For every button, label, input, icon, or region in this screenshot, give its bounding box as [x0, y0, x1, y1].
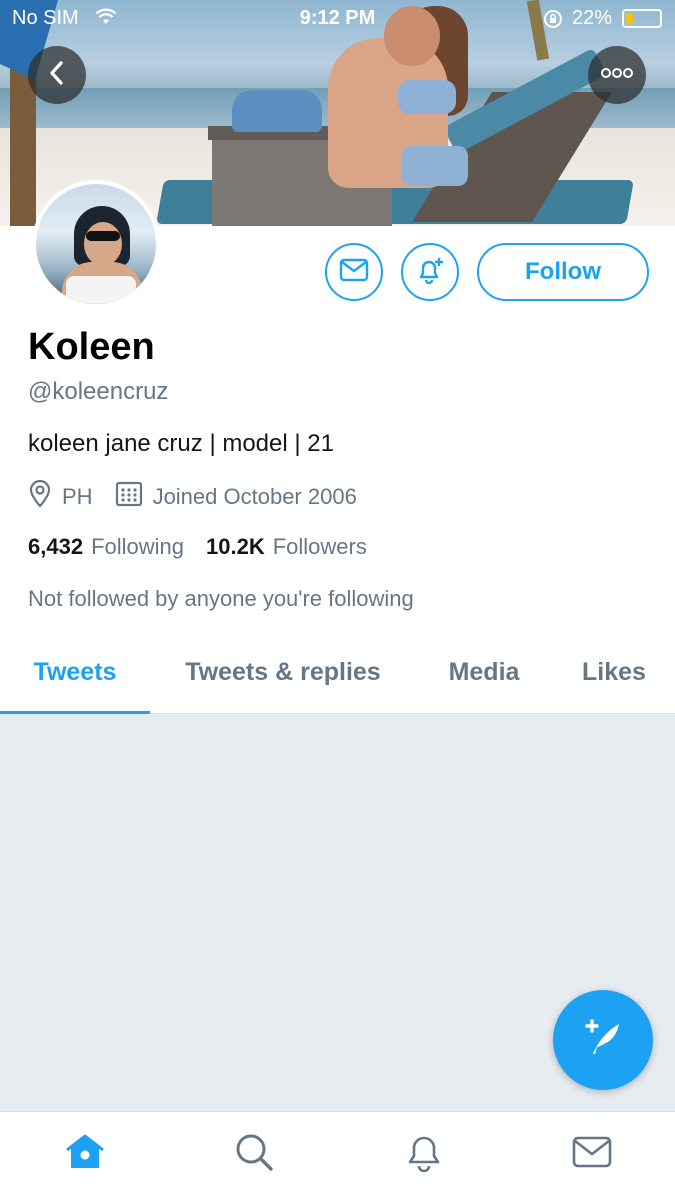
notifications-button[interactable] — [401, 243, 459, 301]
bio: koleen jane cruz | model | 21 — [28, 430, 334, 457]
tab-likes[interactable]: Likes — [566, 630, 662, 714]
rotation-lock-icon — [543, 9, 563, 35]
mail-icon — [339, 258, 369, 287]
more-dots-icon — [600, 66, 634, 84]
home-icon — [64, 1133, 106, 1176]
battery-fill — [626, 13, 633, 24]
followers-count[interactable]: 10.2K — [206, 534, 265, 560]
banner-bag — [232, 90, 322, 132]
nav-notifications[interactable] — [402, 1132, 446, 1176]
following-count[interactable]: 6,432 — [28, 534, 83, 560]
follow-button[interactable]: Follow — [477, 243, 649, 301]
nav-home[interactable] — [63, 1132, 107, 1176]
avatar-face — [84, 222, 122, 266]
social-context: Not followed by anyone you're following — [28, 586, 414, 611]
display-name: Koleen — [28, 326, 155, 368]
back-button[interactable] — [28, 46, 86, 104]
search-icon — [234, 1132, 274, 1177]
bottom-navigation — [0, 1111, 675, 1200]
follow-stats: 6,432 Following 10.2K Followers — [28, 534, 389, 560]
nav-messages[interactable] — [570, 1132, 614, 1176]
nav-search[interactable] — [232, 1132, 276, 1176]
location-pin-icon — [28, 479, 62, 514]
profile-meta: PH Joined October 2006 — [28, 479, 379, 514]
joined-date: Joined October 2006 — [115, 481, 357, 513]
message-button[interactable] — [325, 243, 383, 301]
followers-label[interactable]: Followers — [273, 534, 367, 560]
battery-percent: 22% — [572, 7, 613, 29]
compose-tweet-button[interactable] — [553, 990, 653, 1090]
handle: @koleencruz — [28, 378, 169, 405]
tab-tweets-and-replies[interactable]: Tweets & replies — [160, 630, 406, 714]
bell-icon — [405, 1132, 443, 1177]
more-options-button[interactable] — [588, 46, 646, 104]
mail-icon — [572, 1136, 612, 1173]
location-text: PH — [62, 484, 93, 509]
joined-text: Joined October 2006 — [152, 484, 357, 509]
chevron-left-icon — [46, 59, 68, 92]
avatar-top — [66, 276, 136, 304]
profile-tabs: Tweets Tweets & replies Media Likes — [0, 630, 675, 714]
status-bar: No SIM 9:12 PM 22% — [0, 0, 675, 38]
battery-icon — [622, 9, 662, 28]
tab-tweets[interactable]: Tweets — [0, 630, 150, 714]
avatar-sunglasses — [86, 231, 120, 241]
location: PH — [28, 479, 93, 514]
bell-plus-icon — [414, 254, 446, 291]
following-label[interactable]: Following — [91, 534, 184, 560]
banner-person-bottom — [402, 146, 468, 186]
tab-media[interactable]: Media — [430, 630, 538, 714]
banner-person-top — [398, 80, 456, 114]
calendar-icon — [115, 481, 153, 513]
avatar[interactable] — [32, 180, 160, 308]
compose-feather-icon — [579, 1014, 627, 1067]
